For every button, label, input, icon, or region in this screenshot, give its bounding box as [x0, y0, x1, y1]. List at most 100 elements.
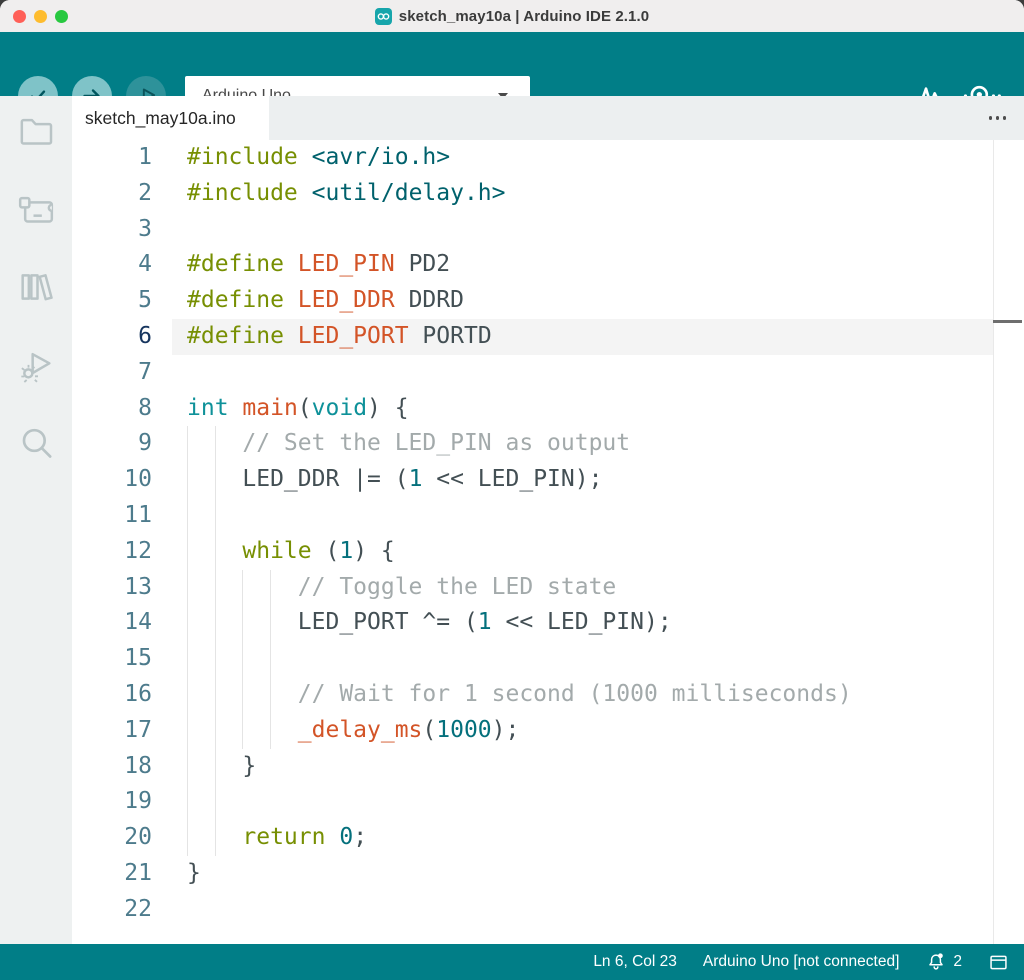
minimize-button[interactable]	[34, 10, 47, 23]
indent-guide	[242, 713, 243, 749]
close-button[interactable]	[13, 10, 26, 23]
toolbar: Arduino Uno	[0, 32, 1024, 96]
code-text[interactable]: }	[172, 749, 993, 785]
line-number: 3	[72, 212, 152, 248]
code-text[interactable]: #include <avr/io.h>	[172, 140, 993, 176]
tab-more-actions-button[interactable]	[983, 96, 1013, 140]
code-text[interactable]: // Set the LED_PIN as output	[172, 426, 993, 462]
indent-guide	[187, 498, 188, 534]
code-token: 1000	[436, 717, 491, 743]
code-text[interactable]: #include <util/delay.h>	[172, 176, 993, 212]
editor[interactable]: 1#include <avr/io.h>2#include <util/dela…	[72, 140, 1024, 944]
code-text[interactable]	[172, 784, 993, 820]
code-token: _delay_ms	[298, 717, 423, 743]
code-token: ) {	[367, 395, 409, 421]
code-text[interactable]: // Wait for 1 second (1000 milliseconds)	[172, 677, 993, 713]
sidebar-item-library-manager[interactable]	[15, 266, 57, 308]
panel-icon	[988, 952, 1009, 973]
code-line[interactable]: 19	[72, 784, 1024, 820]
code-line[interactable]: 4 #define LED_PIN PD2	[72, 247, 1024, 283]
indent-guide	[215, 498, 216, 534]
code-token	[298, 144, 312, 170]
code-text[interactable]	[172, 641, 993, 677]
indent-guide	[215, 677, 216, 713]
code-text[interactable]: LED_DDR |= (1 << LED_PIN);	[172, 462, 993, 498]
code-line[interactable]: 13 // Toggle the LED state	[72, 570, 1024, 606]
zoom-button[interactable]	[55, 10, 68, 23]
code-line[interactable]: 10 LED_DDR |= (1 << LED_PIN);	[72, 462, 1024, 498]
panel-toggle-button[interactable]	[988, 952, 1009, 973]
books-icon	[16, 267, 56, 307]
code-line[interactable]: 18 }	[72, 749, 1024, 785]
code-line[interactable]: 11	[72, 498, 1024, 534]
code-text[interactable]	[172, 355, 993, 391]
code-text[interactable]: LED_PORT ^= (1 << LED_PIN);	[172, 605, 993, 641]
code-token	[284, 251, 298, 277]
code-line[interactable]: 3	[72, 212, 1024, 248]
code-line[interactable]: 7	[72, 355, 1024, 391]
indent-guide	[270, 713, 271, 749]
line-number: 15	[72, 641, 152, 677]
line-number: 11	[72, 498, 152, 534]
code-token: while	[242, 538, 311, 564]
indent-guide	[270, 605, 271, 641]
code-text[interactable]: }	[172, 856, 993, 892]
code-token: << LED_PIN);	[422, 466, 602, 492]
code-text[interactable]: #define LED_PIN PD2	[172, 247, 993, 283]
indent-guide	[215, 570, 216, 606]
line-number: 8	[72, 391, 152, 427]
code-line[interactable]: 6#define LED_PORT PORTD	[72, 319, 1024, 355]
line-number: 4	[72, 247, 152, 283]
code-token: PD2	[395, 251, 450, 277]
code-line[interactable]: 8 int main(void) {	[72, 391, 1024, 427]
code-line[interactable]: 21}	[72, 856, 1024, 892]
code-line[interactable]: 20 return 0;	[72, 820, 1024, 856]
code-text[interactable]	[172, 892, 993, 928]
scrollbar-ruler[interactable]	[993, 140, 994, 944]
code-line[interactable]: 1#include <avr/io.h>	[72, 140, 1024, 176]
code-token	[325, 824, 339, 850]
indent-guide	[187, 426, 188, 462]
code-line[interactable]: 14 LED_PORT ^= (1 << LED_PIN);	[72, 605, 1024, 641]
debug-bug-icon	[16, 345, 56, 385]
code-line[interactable]: 17 _delay_ms(1000);	[72, 713, 1024, 749]
code-line[interactable]: 2#include <util/delay.h>	[72, 176, 1024, 212]
cursor-position-status[interactable]: Ln 6, Col 23	[593, 953, 677, 971]
sidebar-item-sketchbook[interactable]	[15, 110, 57, 152]
code-text[interactable]: #define LED_PORT PORTD	[172, 319, 993, 355]
code-text[interactable]	[172, 498, 993, 534]
code-line[interactable]: 5#define LED_DDR DDRD	[72, 283, 1024, 319]
indent-guide	[242, 677, 243, 713]
code-text[interactable]: #define LED_DDR DDRD	[172, 283, 993, 319]
code-line[interactable]: 15	[72, 641, 1024, 677]
sidebar-item-search[interactable]	[15, 422, 57, 464]
code-token: // Wait for 1 second (1000 milliseconds)	[298, 681, 852, 707]
indent-guide	[187, 749, 188, 785]
indent-guide	[187, 713, 188, 749]
overview-cursor-marker	[993, 320, 1022, 323]
tab-sketch-may10a[interactable]: sketch_may10a.ino	[72, 96, 269, 140]
code-text[interactable]: return 0;	[172, 820, 993, 856]
code-line[interactable]: 12 while (1) {	[72, 534, 1024, 570]
sidebar-item-boards-manager[interactable]	[15, 188, 57, 230]
code-line[interactable]: 9 // Set the LED_PIN as output	[72, 426, 1024, 462]
notification-count: 2	[953, 953, 962, 971]
indent-guide	[187, 641, 188, 677]
code-line[interactable]: 16 // Wait for 1 second (1000 millisecon…	[72, 677, 1024, 713]
notifications-button[interactable]: 2	[925, 951, 962, 973]
code-text[interactable]: _delay_ms(1000);	[172, 713, 993, 749]
indent-guide	[187, 605, 188, 641]
code-text[interactable]	[172, 212, 993, 248]
indent-guide	[215, 605, 216, 641]
code-token: );	[492, 717, 520, 743]
indent-guide	[187, 462, 188, 498]
code-line[interactable]: 22	[72, 892, 1024, 928]
indent-guide	[215, 641, 216, 677]
code-text[interactable]: // Toggle the LED state	[172, 570, 993, 606]
code-text[interactable]: int main(void) {	[172, 391, 993, 427]
statusbar: Ln 6, Col 23 Arduino Uno [not connected]…	[0, 944, 1024, 980]
board-status[interactable]: Arduino Uno [not connected]	[703, 953, 899, 971]
sidebar-item-debug[interactable]	[15, 344, 57, 386]
indent-guide	[242, 605, 243, 641]
code-text[interactable]: while (1) {	[172, 534, 993, 570]
